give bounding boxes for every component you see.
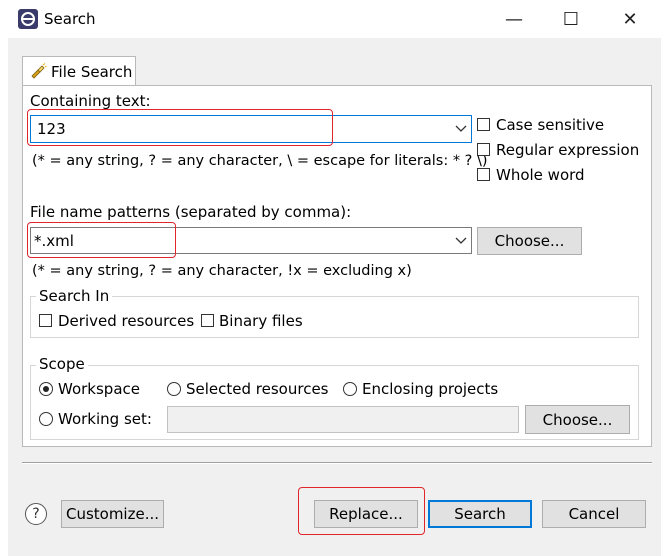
tab-file-search[interactable]: File Search [22, 56, 136, 86]
derived-resources-label[interactable]: Derived resources [58, 312, 194, 330]
regular-expression-checkbox[interactable] [477, 143, 490, 156]
cancel-button[interactable]: Cancel [542, 500, 646, 528]
selected-resources-label[interactable]: Selected resources [186, 380, 329, 398]
close-button[interactable]: ✕ [610, 6, 650, 32]
file-name-patterns-hint: (* = any string, ? = any character, !x =… [32, 263, 412, 279]
maximize-button[interactable]: ☐ [551, 6, 591, 32]
annotation-highlight-containing [27, 109, 333, 146]
eclipse-icon [18, 9, 38, 29]
background-editor-strip [0, 38, 8, 556]
case-sensitive-checkbox[interactable] [477, 118, 490, 131]
containing-text-label: Containing text: [30, 92, 151, 110]
window-title: Search [44, 10, 96, 28]
tab-file-search-label: File Search [51, 63, 133, 81]
selected-resources-radio[interactable] [167, 382, 181, 396]
scope-title: Scope [36, 355, 88, 373]
working-set-choose-button[interactable]: Choose... [525, 405, 630, 434]
file-name-patterns-label: File name patterns (separated by comma): [30, 203, 352, 221]
case-sensitive-label[interactable]: Case sensitive [496, 116, 604, 134]
enclosing-projects-label[interactable]: Enclosing projects [362, 380, 498, 398]
background-editor-strip-right [661, 38, 669, 556]
working-set-label[interactable]: Working set: [58, 410, 152, 428]
search-button[interactable]: Search [428, 500, 532, 528]
whole-word-checkbox[interactable] [477, 168, 490, 181]
binary-files-label[interactable]: Binary files [219, 312, 303, 330]
search-in-title: Search In [36, 287, 113, 305]
workspace-label[interactable]: Workspace [58, 380, 140, 398]
annotation-highlight-replace [298, 487, 425, 535]
containing-text-hint: (* = any string, ? = any character, \ = … [32, 153, 488, 169]
workspace-radio[interactable] [39, 382, 53, 396]
chevron-down-icon[interactable] [455, 237, 467, 245]
flashlight-icon [31, 63, 47, 79]
enclosing-projects-radio[interactable] [343, 382, 357, 396]
binary-files-checkbox[interactable] [201, 314, 214, 327]
working-set-radio[interactable] [39, 412, 53, 426]
customize-button[interactable]: Customize... [61, 500, 164, 528]
regular-expression-label[interactable]: Regular expression [496, 141, 639, 159]
footer-separator-highlight [22, 463, 652, 464]
annotation-highlight-patterns [27, 222, 176, 258]
chevron-down-icon[interactable] [455, 125, 467, 133]
patterns-choose-button[interactable]: Choose... [477, 227, 582, 255]
help-icon[interactable]: ? [25, 503, 47, 525]
working-set-field[interactable] [167, 406, 519, 433]
derived-resources-checkbox[interactable] [39, 314, 52, 327]
minimize-button[interactable]: — [494, 6, 534, 32]
whole-word-label[interactable]: Whole word [496, 166, 585, 184]
